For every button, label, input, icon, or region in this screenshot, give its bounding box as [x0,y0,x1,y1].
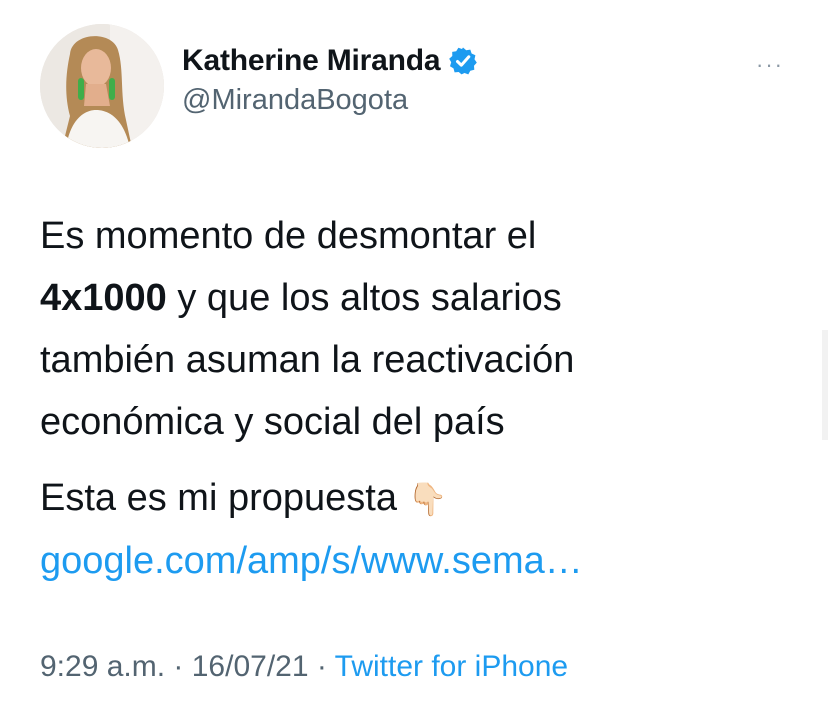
tweet-line-5-text: Esta es mi propuesta [40,477,408,519]
tweet-line-1: Es momento de desmontar el [40,215,537,257]
tweet-date[interactable]: 16/07/21 [192,650,309,683]
display-name[interactable]: Katherine Miranda [182,44,441,78]
tweet-line-2: 4x1000 y que los altos salarios [40,267,800,329]
tweet-bold-amount: 4x1000 [40,277,167,319]
tweet-source-link[interactable]: Twitter for iPhone [335,650,568,683]
author-block: Katherine Miranda @MirandaBogota [182,44,478,117]
tweet-card: Katherine Miranda @MirandaBogota ··· Es … [0,0,828,718]
tweet-line-3: también asuman la reactivación [40,339,575,381]
tweet-metadata: 9:29 a.m. · 16/07/21 · Twitter for iPhon… [40,650,568,684]
meta-separator: · [308,650,335,683]
scroll-edge [822,330,828,440]
tweet-line-5: Esta es mi propuesta 👇🏻 [40,467,800,530]
tweet-text: Es momento de desmontar el 4x1000 y que … [40,205,800,592]
display-name-row: Katherine Miranda [182,44,478,78]
tweet-line-2-rest: y que los altos salarios [166,277,562,319]
verified-badge-icon [448,46,478,76]
handle[interactable]: @MirandaBogota [182,84,478,117]
meta-separator: · [165,650,192,683]
pointing-down-icon: 👇🏻 [407,480,448,518]
avatar[interactable] [40,24,164,148]
tweet-time[interactable]: 9:29 a.m. [40,650,165,683]
tweet-link[interactable]: google.com/amp/s/www.sema… [40,540,583,582]
more-options-icon[interactable]: ··· [756,52,784,78]
tweet-line-4: económica y social del país [40,401,505,443]
